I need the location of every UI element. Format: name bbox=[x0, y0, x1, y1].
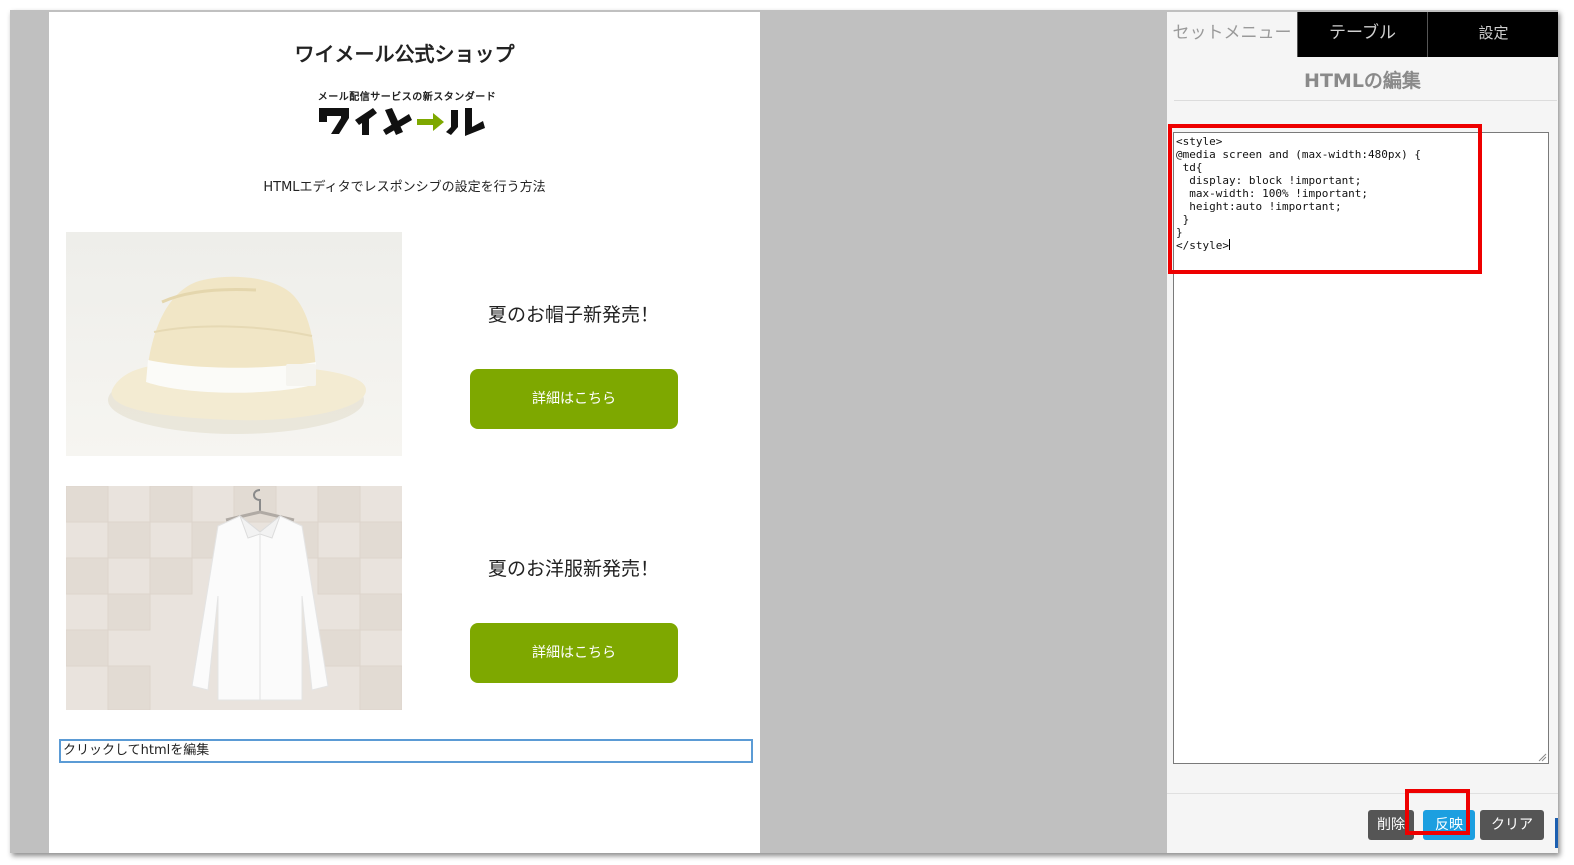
email-canvas: ワイメール公式ショップ メール配信サービスの新スタンダード HTMLエディタでレ… bbox=[49, 12, 760, 853]
panel-tabs: セットメニュー テーブル 設定 bbox=[1167, 12, 1558, 57]
brand-logo: メール配信サービスの新スタンダード bbox=[307, 88, 507, 140]
logo-tagline: メール配信サービスの新スタンダード bbox=[317, 92, 497, 103]
clear-button[interactable]: クリア bbox=[1480, 810, 1544, 840]
divider bbox=[1174, 100, 1557, 101]
resize-grip-icon[interactable] bbox=[1538, 753, 1547, 762]
product-title-hat: 夏のお帽子新発売！ bbox=[487, 304, 659, 326]
email-subtitle: HTMLエディタでレスポンシブの設定を行う方法 bbox=[263, 180, 546, 195]
panel-title: HTMLの編集 bbox=[1304, 70, 1421, 92]
tab-settings[interactable]: 設定 bbox=[1427, 12, 1558, 57]
details-button-hat[interactable]: 詳細はこちら bbox=[470, 369, 678, 429]
logo-wordmark bbox=[319, 108, 485, 136]
details-button-shirt[interactable]: 詳細はこちら bbox=[470, 623, 678, 683]
code-highlight-box bbox=[1168, 124, 1482, 274]
apply-highlight-box bbox=[1405, 789, 1470, 835]
product-title-shirt: 夏のお洋服新発売！ bbox=[487, 558, 659, 580]
hat-product-image bbox=[66, 232, 402, 456]
tab-set-menu[interactable]: セットメニュー bbox=[1167, 12, 1297, 57]
shop-title: ワイメール公式ショップ bbox=[294, 42, 515, 66]
edge-marker bbox=[1555, 818, 1558, 848]
tab-table[interactable]: テーブル bbox=[1297, 12, 1427, 57]
html-edit-block[interactable]: クリックしてhtmlを編集 bbox=[59, 739, 753, 763]
shirt-product-image bbox=[66, 486, 402, 710]
footer-divider bbox=[1167, 793, 1558, 794]
